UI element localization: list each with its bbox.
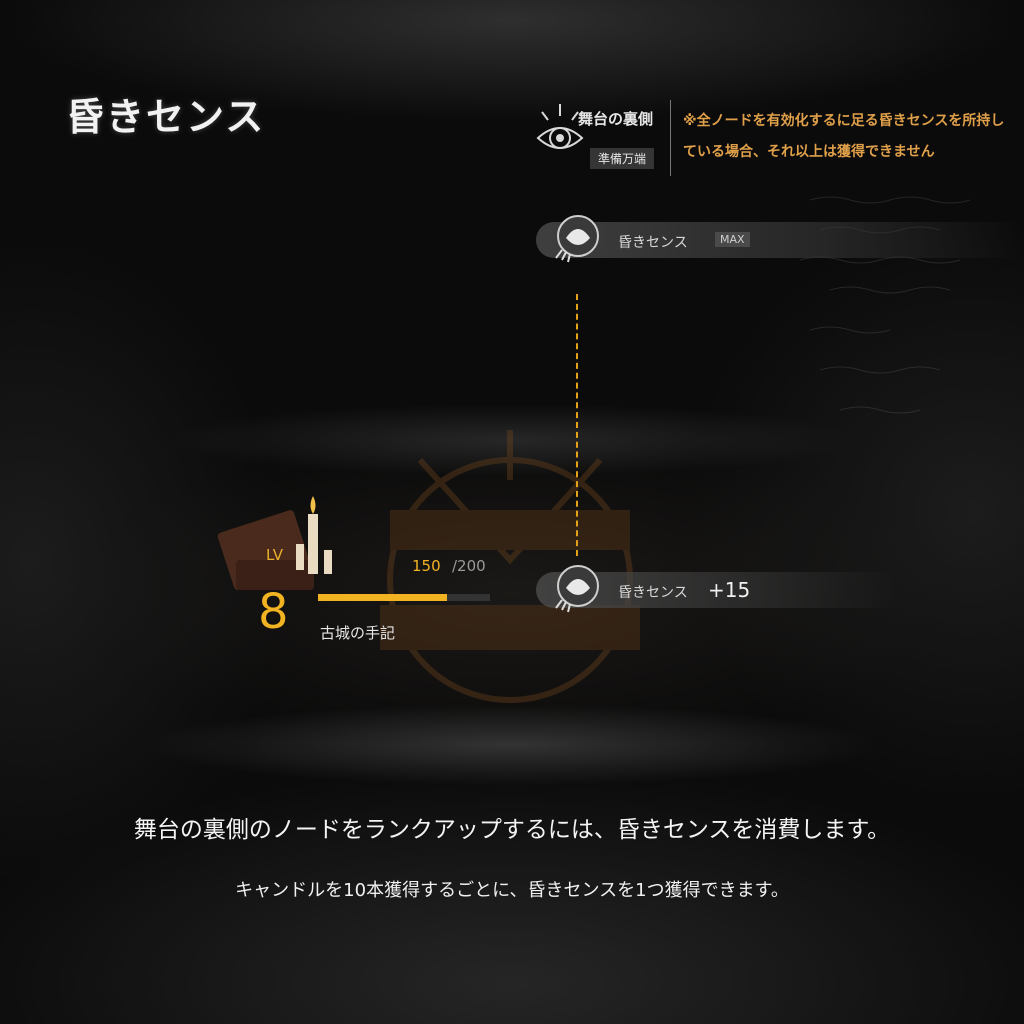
gain-value: +15 (708, 578, 751, 602)
stage-name: 舞台の裏側 (578, 110, 654, 128)
node-connector (576, 294, 578, 556)
node-label: 昏きセンス (618, 585, 688, 601)
exp-current: 150 (412, 557, 441, 575)
description-line-2: キャンドルを10本獲得するごとに、昏きセンスを1つ獲得できます。 (235, 880, 789, 901)
crimson-emblem-icon (380, 430, 640, 703)
item-name: 古城の手記 (320, 624, 396, 642)
description-line-1: 舞台の裏側のノードをランクアップするには、昏きセンスを消費します。 (133, 817, 891, 843)
level-number: 8 (258, 584, 289, 640)
node-label: 昏きセンス (618, 235, 688, 251)
dark-sense-icon (555, 215, 599, 263)
header-note: ※全ノードを有効化するに足る昏きセンスを所持している場合、それ以上は獲得できませ… (683, 113, 1005, 160)
max-badge: MAX (715, 232, 750, 247)
stage-status-badge: 準備万端 (590, 148, 655, 169)
page-title: 昏きセンス (66, 94, 266, 139)
header-divider (670, 100, 671, 176)
exp-max: /200 (452, 557, 486, 575)
exp-progress-bar (318, 594, 490, 601)
exp-progress-fill (318, 594, 447, 601)
node-max[interactable] (536, 222, 1024, 258)
level-label: LV (266, 546, 283, 564)
script-decoration (800, 196, 971, 414)
dark-sense-icon (555, 565, 599, 613)
